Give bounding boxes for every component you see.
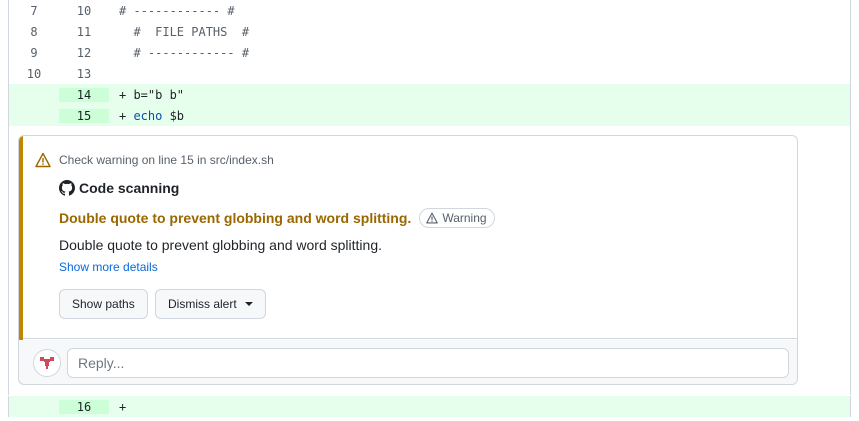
- reply-row: [19, 340, 797, 384]
- tool-header: Code scanning: [59, 180, 179, 196]
- avatar-identicon: [40, 357, 54, 369]
- caret-down-icon: [244, 302, 253, 306]
- new-line-number[interactable]: 11: [59, 25, 109, 39]
- code-text: # FILE PATHS #: [119, 24, 250, 39]
- show-more-details-link[interactable]: Show more details: [59, 260, 158, 274]
- diff-line: 10 13: [9, 63, 850, 84]
- new-line-number[interactable]: 12: [59, 46, 109, 60]
- diff-marker: +: [119, 87, 134, 102]
- new-line-number[interactable]: 16: [59, 399, 109, 414]
- code-content: b="b b": [133, 87, 185, 102]
- severity-label: Warning: [442, 211, 487, 225]
- alert-location-text: Check warning on line 15 in src/index.sh: [59, 153, 274, 167]
- diff-line: 8 11 # FILE PATHS #: [9, 21, 850, 42]
- new-line-number[interactable]: 14: [59, 87, 109, 102]
- diff-marker: +: [119, 108, 134, 123]
- show-paths-button[interactable]: Show paths: [59, 289, 148, 319]
- code-text: # ------------ #: [119, 45, 250, 60]
- diff-view: 7 10 # ------------ # 8 11 # FILE PATHS …: [8, 0, 851, 126]
- old-line-number[interactable]: 8: [9, 25, 59, 39]
- code-text: +: [119, 399, 127, 414]
- inline-comment-zone: Check warning on line 15 in src/index.sh…: [8, 126, 851, 395]
- alert-description: Double quote to prevent globbing and wor…: [59, 237, 382, 253]
- alert-title[interactable]: Double quote to prevent globbing and wor…: [59, 210, 411, 226]
- code-content: $b: [162, 108, 185, 123]
- code-text: + echo $b: [109, 109, 850, 123]
- severity-badge: Warning: [419, 208, 495, 228]
- old-line-number[interactable]: 7: [9, 4, 59, 18]
- alert-icon: [426, 212, 439, 224]
- diff-line: 7 10 # ------------ #: [9, 0, 850, 21]
- diff-line: 9 12 # ------------ #: [9, 42, 850, 63]
- diff-view-continued: 16 +: [8, 396, 851, 417]
- code-keyword: echo: [133, 108, 163, 123]
- code-text: # ------------ #: [119, 3, 235, 18]
- tool-name: Code scanning: [79, 180, 180, 196]
- alert-location: Check warning on line 15 in src/index.sh: [35, 152, 274, 168]
- reply-input[interactable]: [67, 348, 789, 378]
- alert-icon: [35, 152, 51, 168]
- code-text: + b="b b": [109, 88, 850, 102]
- avatar[interactable]: [33, 349, 61, 377]
- new-line-number[interactable]: 15: [59, 108, 109, 123]
- alert-body: Check warning on line 15 in src/index.sh…: [23, 136, 797, 339]
- old-line-number[interactable]: 10: [9, 67, 59, 81]
- diff-line-added: 15 + echo $b: [9, 105, 850, 126]
- alert-title-row: Double quote to prevent globbing and wor…: [59, 208, 495, 228]
- diff-line-added: 16 +: [9, 396, 850, 417]
- diff-line-added: 14 + b="b b": [9, 84, 850, 105]
- dismiss-alert-button[interactable]: Dismiss alert: [155, 289, 266, 319]
- new-line-number[interactable]: 10: [59, 4, 109, 18]
- github-mark-icon: [59, 180, 75, 196]
- code-scanning-alert: Check warning on line 15 in src/index.sh…: [18, 135, 798, 385]
- old-line-number[interactable]: 9: [9, 46, 59, 60]
- dismiss-alert-label: Dismiss alert: [168, 297, 237, 311]
- new-line-number[interactable]: 13: [59, 67, 109, 81]
